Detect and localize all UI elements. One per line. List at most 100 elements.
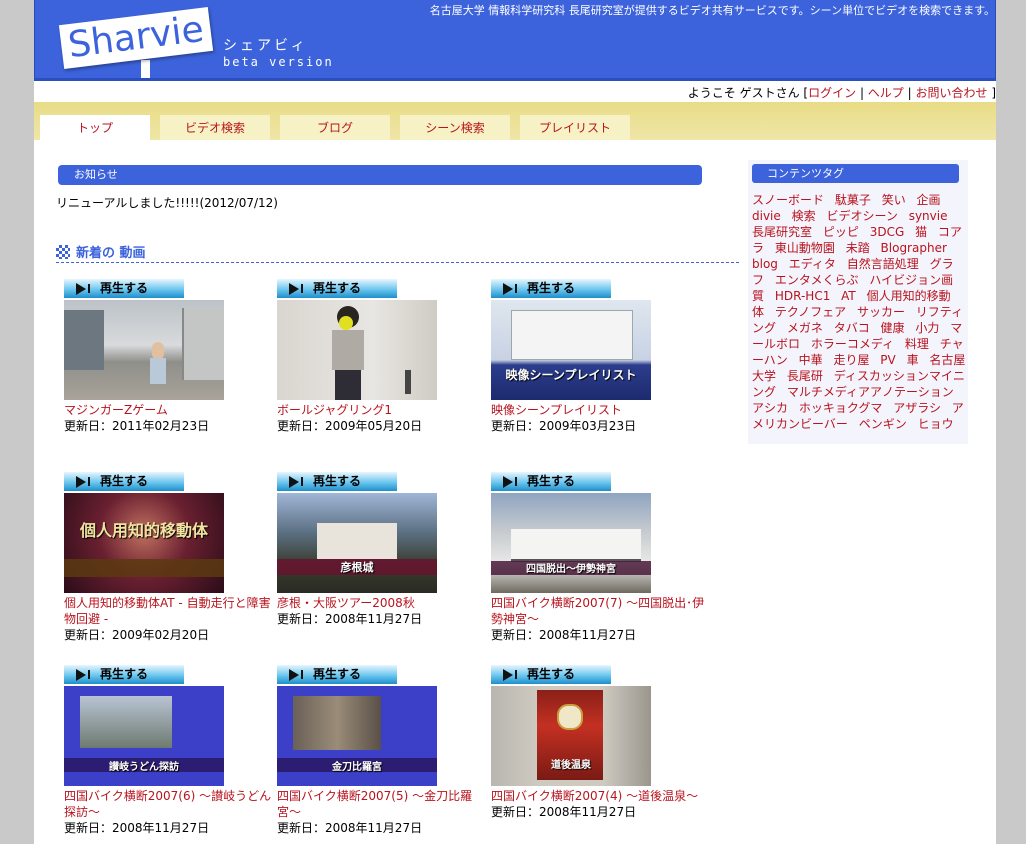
play-button-label: 再生する (526, 281, 575, 295)
separator: | (856, 86, 868, 100)
video-thumbnail[interactable]: 彦根城 (277, 493, 437, 593)
tab-video-search[interactable]: ビデオ検索 (160, 115, 270, 140)
tag-link[interactable]: アシカ (752, 401, 788, 415)
video-title-link[interactable]: 彦根・大阪ツアー2008秋 (277, 595, 492, 611)
contact-link[interactable]: お問い合わせ (915, 86, 987, 100)
tab-scene-search[interactable]: シーン検索 (400, 115, 510, 140)
video-date: 更新日：2008年11月27日 (491, 805, 637, 819)
tag-link[interactable]: ペンギン (859, 417, 907, 431)
tag-link[interactable]: AT (841, 289, 856, 303)
tag-link[interactable]: ホラーコメディ (811, 337, 894, 351)
play-icon (76, 283, 86, 295)
play-button[interactable]: 再生する (491, 279, 611, 298)
video-title-link[interactable]: ボールジャグリング1 (277, 402, 492, 418)
video-item: 再生する 金刀比羅宮 四国バイク横断2007(5) 〜金刀比羅宮〜 更新日：20… (277, 665, 492, 836)
video-title-link[interactable]: 四国バイク横断2007(5) 〜金刀比羅宮〜 (277, 788, 492, 820)
tag-link[interactable]: 長尾研究室 (752, 225, 812, 239)
thumb-shape (150, 358, 166, 384)
tag-link[interactable]: 中華 (799, 353, 823, 367)
video-thumbnail[interactable]: 個人用知的移動体 (64, 493, 224, 593)
video-thumbnail[interactable]: 金刀比羅宮 (277, 686, 437, 786)
tag-link[interactable]: 猫 (915, 225, 927, 239)
play-button[interactable]: 再生する (277, 279, 397, 298)
play-button-label: 再生する (312, 474, 361, 488)
play-icon-bar (88, 477, 90, 486)
tag-link[interactable]: スノーボード (752, 193, 824, 207)
tag-link[interactable]: アザラシ (893, 401, 941, 415)
tag-link[interactable]: サッカー (857, 305, 905, 319)
tab-blog[interactable]: ブログ (280, 115, 390, 140)
thumb-caption: 金刀比羅宮 (332, 762, 382, 773)
login-link[interactable]: ログイン (808, 86, 856, 100)
site-logo[interactable]: Sharvie (58, 7, 214, 69)
tag-link[interactable]: 走り屋 (833, 353, 869, 367)
tag-link[interactable]: divie (752, 209, 781, 223)
tag-link[interactable]: Blographer (881, 241, 947, 255)
tag-link[interactable]: 長尾研 (787, 369, 823, 383)
video-thumbnail[interactable] (64, 300, 224, 400)
tag-link[interactable]: テクノフェア (775, 305, 846, 319)
tag-link[interactable]: ホッキョクグマ (799, 401, 883, 415)
tag-link[interactable]: マルチメディアアノテーション (787, 385, 954, 399)
video-title-link[interactable]: マジンガーZゲーム (64, 402, 279, 418)
thumb-shape (339, 316, 353, 330)
main-nav: トップ ビデオ検索 ブログ シーン検索 プレイリスト (34, 102, 996, 140)
video-thumbnail[interactable]: 映像シーンプレイリスト (491, 300, 651, 400)
video-thumbnail[interactable]: 道後温泉 (491, 686, 651, 786)
tag-link[interactable]: synvie (909, 209, 948, 223)
tag-link[interactable]: タバコ (834, 321, 870, 335)
tab-top[interactable]: トップ (40, 115, 150, 140)
site-tagline: 名古屋大学 情報科学研究科 長尾研究室が提供するビデオ共有サービスです。シーン単… (429, 4, 995, 17)
play-button-label: 再生する (526, 667, 575, 681)
play-icon-bar (301, 284, 303, 293)
notice-text: リニューアルしました!!!!!(2012/07/12) (56, 196, 278, 210)
tag-link[interactable]: ヒョウ (918, 417, 954, 431)
tag-link[interactable]: 笑い (882, 193, 906, 207)
play-icon-bar (515, 284, 517, 293)
tab-playlist[interactable]: プレイリスト (520, 115, 630, 140)
tag-link[interactable]: ピッピ (823, 225, 859, 239)
tag-link[interactable]: blog (752, 257, 778, 271)
video-thumbnail[interactable]: 讃岐うどん探訪 (64, 686, 224, 786)
play-button[interactable]: 再生する (491, 472, 611, 491)
tag-link[interactable]: 車 (907, 353, 919, 367)
play-button[interactable]: 再生する (277, 472, 397, 491)
thumb-caption: 讃岐うどん探訪 (109, 762, 179, 773)
tag-link[interactable]: 自然言語処理 (847, 257, 919, 271)
play-button-label: 再生する (312, 281, 361, 295)
tag-link[interactable]: 駄菓子 (835, 193, 871, 207)
tag-link[interactable]: 健康 (881, 321, 905, 335)
tag-link[interactable]: HDR-HC1 (775, 289, 830, 303)
video-title-link[interactable]: 映像シーンプレイリスト (491, 402, 706, 418)
play-button[interactable]: 再生する (64, 472, 184, 491)
thumb-shape (293, 696, 381, 750)
video-thumbnail[interactable] (277, 300, 437, 400)
play-button[interactable]: 再生する (277, 665, 397, 684)
tag-link[interactable]: 企画 (917, 193, 941, 207)
welcome-greeting: ようこそ ゲストさん [ (687, 86, 809, 100)
tag-link[interactable]: 3DCG (870, 225, 905, 239)
tag-link[interactable]: 未踏 (846, 241, 870, 255)
thumb-caption: 道後温泉 (551, 760, 591, 771)
video-title-link[interactable]: 四国バイク横断2007(6) 〜讃岐うどん探訪〜 (64, 788, 279, 820)
tag-link[interactable]: 検索 (792, 209, 816, 223)
video-thumbnail[interactable]: 四国脱出～伊勢神宮 (491, 493, 651, 593)
video-title-link[interactable]: 個人用知的移動体AT - 自動走行と障害物回避 - (64, 595, 279, 627)
play-button[interactable]: 再生する (64, 665, 184, 684)
video-title-link[interactable]: 四国バイク横断2007(7) 〜四国脱出･伊勢神宮〜 (491, 595, 706, 627)
video-title-link[interactable]: 四国バイク横断2007(4) 〜道後温泉〜 (491, 788, 706, 804)
tag-link[interactable]: エディタ (789, 257, 836, 271)
video-item: 再生する 映像シーンプレイリスト 映像シーンプレイリスト 更新日：2009年03… (491, 279, 706, 434)
tag-link[interactable]: エンタメくらぶ (775, 273, 859, 287)
tag-link[interactable]: ビデオシーン (826, 209, 897, 223)
help-link[interactable]: ヘルプ (868, 86, 904, 100)
tag-link[interactable]: PV (880, 353, 895, 367)
thumb-caption: 個人用知的移動体 (79, 521, 208, 540)
tag-link[interactable]: メガネ (787, 321, 823, 335)
tag-link[interactable]: 料理 (905, 337, 929, 351)
tag-link[interactable]: 東山動物園 (775, 241, 835, 255)
play-icon (76, 669, 86, 681)
play-button[interactable]: 再生する (64, 279, 184, 298)
play-button[interactable]: 再生する (491, 665, 611, 684)
tag-link[interactable]: 小力 (915, 321, 939, 335)
